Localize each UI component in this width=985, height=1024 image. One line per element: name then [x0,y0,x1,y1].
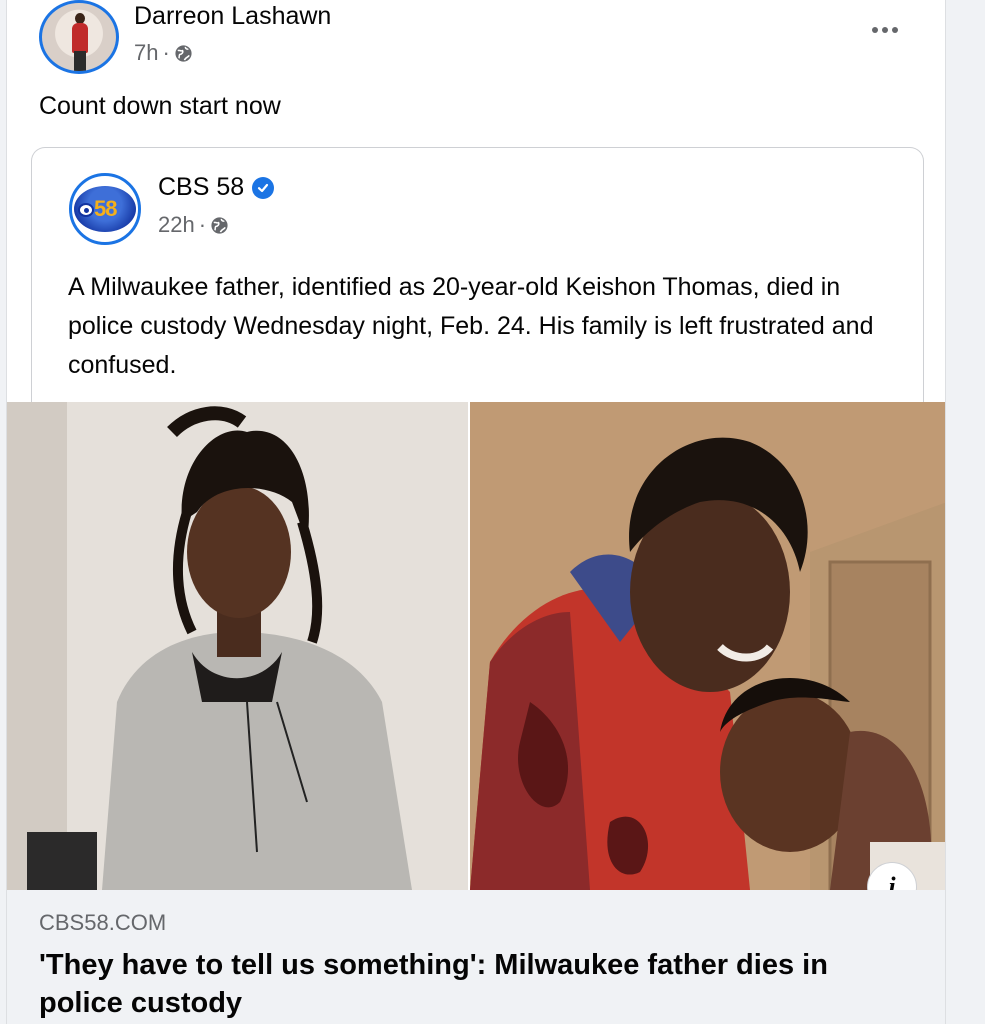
globe-icon[interactable] [210,216,229,235]
avatar-figure-body [72,23,88,53]
verified-badge-icon [252,176,275,199]
photo-right-illustration [470,402,945,890]
link-domain: CBS58.COM [39,910,167,935]
shared-page-name-row: CBS 58 [158,173,275,202]
shared-meta-separator: · [198,212,207,237]
article-photo-right[interactable] [470,402,945,890]
article-photo-left[interactable] [7,402,468,890]
cbs-logo-number: 58 [94,196,118,221]
cbs-eye-logo-icon [78,203,94,217]
avatar-figure-legs [74,51,86,71]
post-meta: 7h · [134,40,193,66]
author-avatar[interactable] [39,0,119,74]
shared-post-meta: 22h · [158,212,229,238]
link-title[interactable]: 'They have to tell us something': Milwau… [39,946,919,1022]
cbs-page-avatar[interactable]: 58 [69,173,141,245]
post-text: Count down start now [39,92,281,120]
page-background-gutter [946,0,985,1024]
author-name[interactable]: Darreon Lashawn [134,2,331,31]
shared-post-text: A Milwaukee father, identified as 20-yea… [68,273,874,379]
more-options-icon[interactable] [867,18,903,42]
globe-icon[interactable] [174,44,193,63]
meta-separator: · [162,40,170,65]
shared-post[interactable]: 58 CBS 58 22h · A Milwaukee father, iden… [31,147,924,407]
shared-page-name[interactable]: CBS 58 [158,173,244,202]
shared-post-time[interactable]: 22h [158,212,195,238]
photo-left-illustration [7,402,468,890]
post-card: Darreon Lashawn 7h · Count down start no… [6,0,946,1024]
post-time[interactable]: 7h [134,40,158,66]
link-preview[interactable]: CBS58.COM 'They have to tell us somethin… [7,890,945,1024]
